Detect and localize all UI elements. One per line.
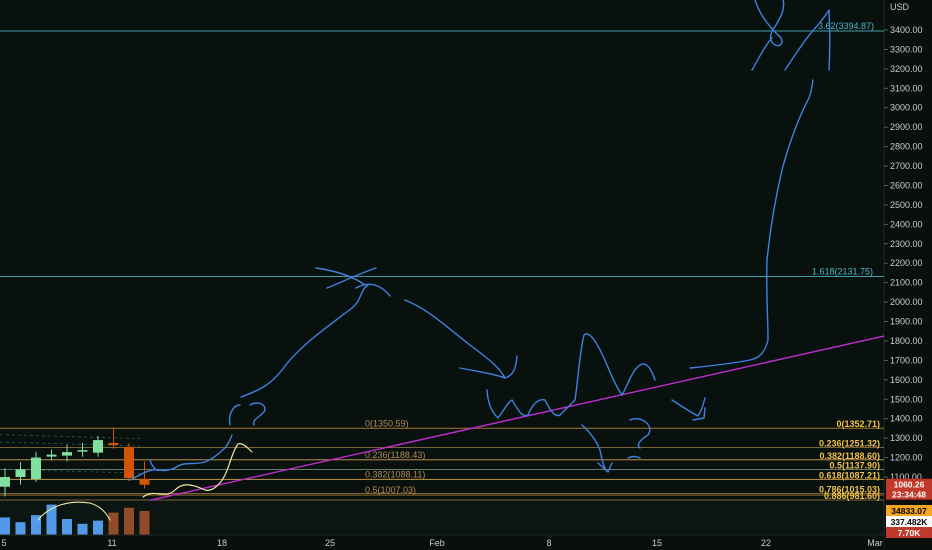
price-tick-label: 1500.00 [890, 394, 923, 404]
volume-bar [15, 522, 26, 535]
price-tick-label: 2200.00 [890, 258, 923, 268]
price-tick-label: 2500.00 [890, 200, 923, 210]
date-tick-label: 22 [761, 538, 771, 548]
volume-bar [139, 511, 150, 535]
volume-tag-text: 7.70K [898, 528, 922, 538]
plot-area[interactable] [0, 0, 884, 500]
price-tick-label: 1600.00 [890, 375, 923, 385]
price-tags: 1060.2623:34:48 [886, 478, 932, 500]
price-tick-label: 2900.00 [890, 122, 923, 132]
date-tick-label: 11 [107, 538, 116, 548]
date-tick-label: Feb [429, 538, 445, 548]
price-tick-label: 1400.00 [890, 414, 923, 424]
fib-line-label: 1.618(2131.75) [812, 266, 873, 276]
volume-bar [0, 517, 10, 535]
candle-body [46, 454, 57, 457]
candle-body [31, 457, 41, 479]
candle-body [0, 477, 10, 487]
price-tick-label: 3400.00 [890, 25, 923, 35]
candle [124, 442, 134, 481]
axis-currency-label: USD [890, 2, 910, 12]
candle-body [93, 440, 103, 453]
fib-label-right: 0(1352.71) [836, 419, 880, 429]
fib-line-label: 0.236(1188.43) [365, 450, 425, 460]
fib-label-right: 0.886(981.60) [824, 491, 880, 501]
volume-tag-text: 337.482K [891, 517, 929, 527]
price-tick-label: 3000.00 [890, 103, 923, 113]
candle-body [139, 478, 150, 485]
price-tick-label: 1800.00 [890, 336, 923, 346]
price-tick-label: 2400.00 [890, 219, 923, 229]
date-tick-label: 25 [325, 538, 335, 548]
volume-bar [77, 523, 88, 535]
price-tick-label: 3100.00 [890, 83, 923, 93]
volume-tag-text: 34833.07 [891, 506, 927, 516]
candle-body [108, 442, 119, 445]
date-tick-label: 15 [652, 538, 662, 548]
volume-bar [108, 512, 119, 535]
volume-bar [93, 520, 103, 535]
candle-body [124, 446, 134, 478]
price-tick-label: 2300.00 [890, 239, 923, 249]
price-tick-label: 3300.00 [890, 44, 923, 54]
price-tick-label: 1300.00 [890, 433, 923, 443]
fib-line-label: 3.62(3394.87) [818, 21, 874, 31]
price-tick-label: 3200.00 [890, 64, 923, 74]
candle-body [62, 452, 72, 456]
price-tag-text: 1060.26 [894, 480, 925, 490]
volume-bar [124, 507, 134, 535]
fib-line-label: 0(1350.59) [365, 418, 409, 428]
price-tag-text: 23:34:48 [892, 490, 926, 500]
volume-tags: 34833.07337.482K7.70K [886, 505, 932, 538]
price-tick-label: 2600.00 [890, 180, 923, 190]
fib-label-right: 0.236(1251.32) [819, 439, 880, 449]
candle-body [15, 469, 26, 477]
candle-body [77, 450, 88, 452]
price-tick-label: 2800.00 [890, 142, 923, 152]
price-tick-label: 1200.00 [890, 453, 923, 463]
fib-label-right: 0.618(1087.21) [819, 470, 880, 480]
date-tick-label: 18 [217, 538, 227, 548]
fib-label-right: 0.5(1137.90) [829, 461, 880, 471]
date-tick-label: Mar [867, 538, 883, 548]
price-tick-label: 2000.00 [890, 297, 923, 307]
price-tick-label: 1700.00 [890, 355, 923, 365]
price-tick-label: 2100.00 [890, 278, 923, 288]
price-chart[interactable]: USD 3.62(3394.87) 1.618(2131.75) 0(1350.59… [0, 0, 932, 550]
fib-line-label: 0.382(1088.11) [365, 469, 425, 479]
price-tick-label: 1900.00 [890, 317, 923, 327]
fib-label-right: 0.382(1188.60) [819, 451, 880, 461]
date-tick-label: 8 [546, 538, 551, 548]
price-tick-label: 2700.00 [890, 161, 923, 171]
volume-pane [0, 500, 884, 535]
date-tick-label: 5 [1, 538, 6, 548]
volume-bar [62, 519, 72, 535]
